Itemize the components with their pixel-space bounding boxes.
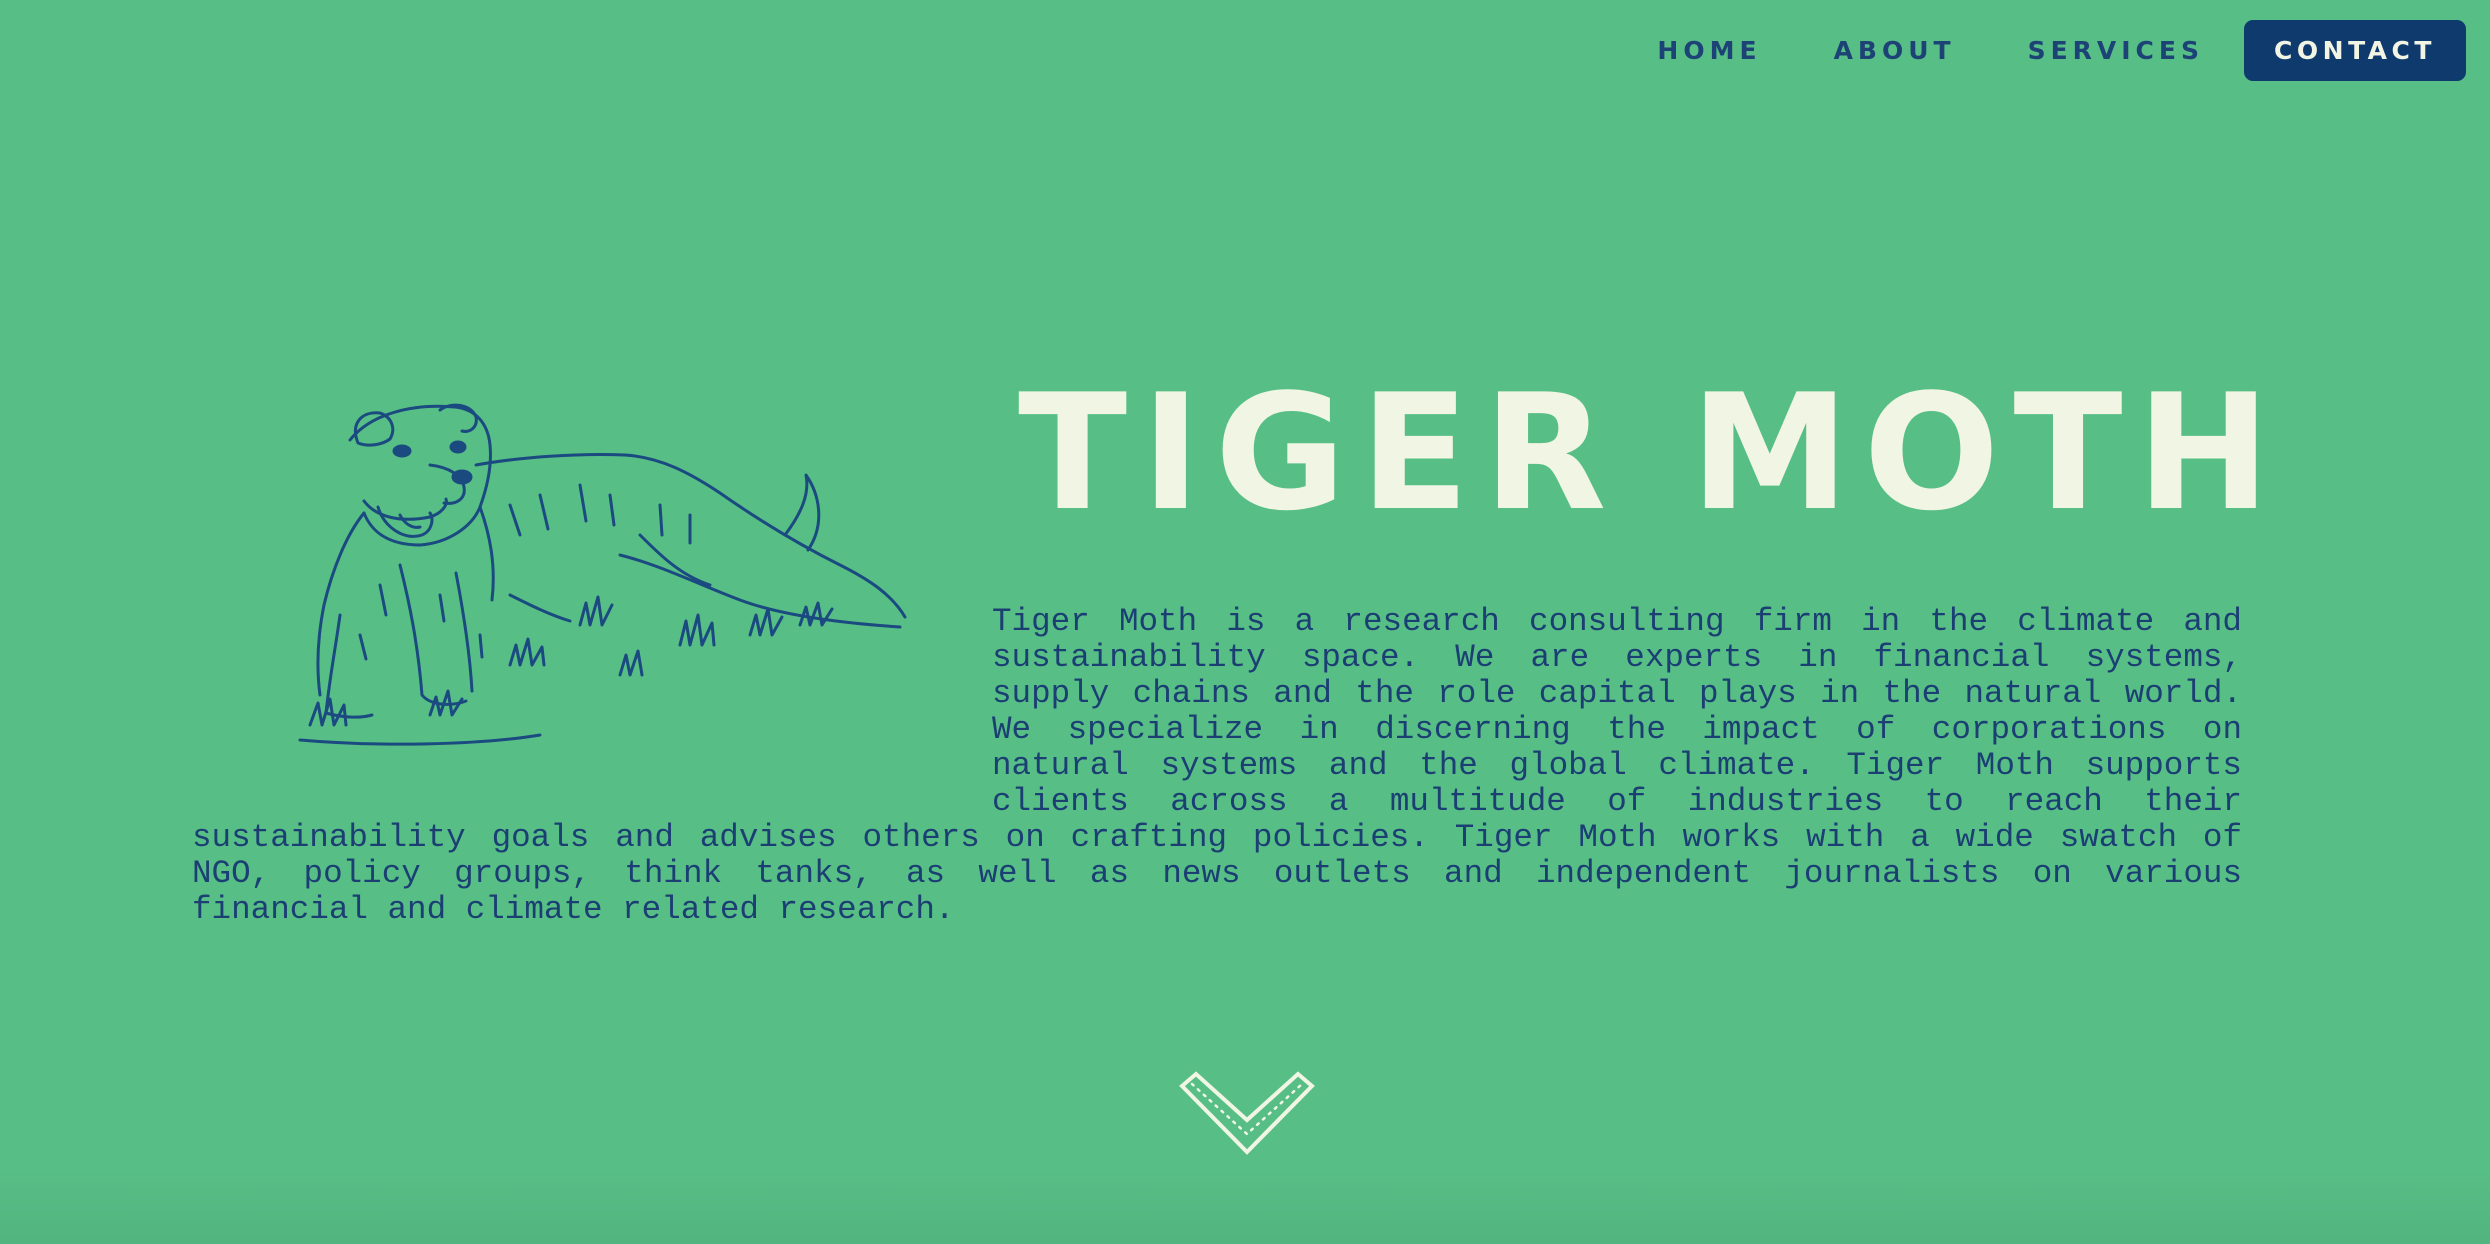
page-title: TIGER MOTH [1018, 359, 2285, 546]
company-description: Tiger Moth is a research consulting firm… [192, 604, 2242, 928]
top-navigation: HOME ABOUT SERVICES CONTACT [1657, 20, 2466, 81]
nav-services-link[interactable]: SERVICES [2028, 36, 2204, 65]
contact-button[interactable]: CONTACT [2244, 20, 2466, 81]
bottom-shade [0, 1164, 2490, 1244]
illustration-spacer [192, 604, 992, 820]
chevron-down-icon[interactable] [1178, 1070, 1316, 1156]
nav-about-link[interactable]: ABOUT [1834, 36, 1956, 65]
nav-home-link[interactable]: HOME [1657, 36, 1761, 65]
